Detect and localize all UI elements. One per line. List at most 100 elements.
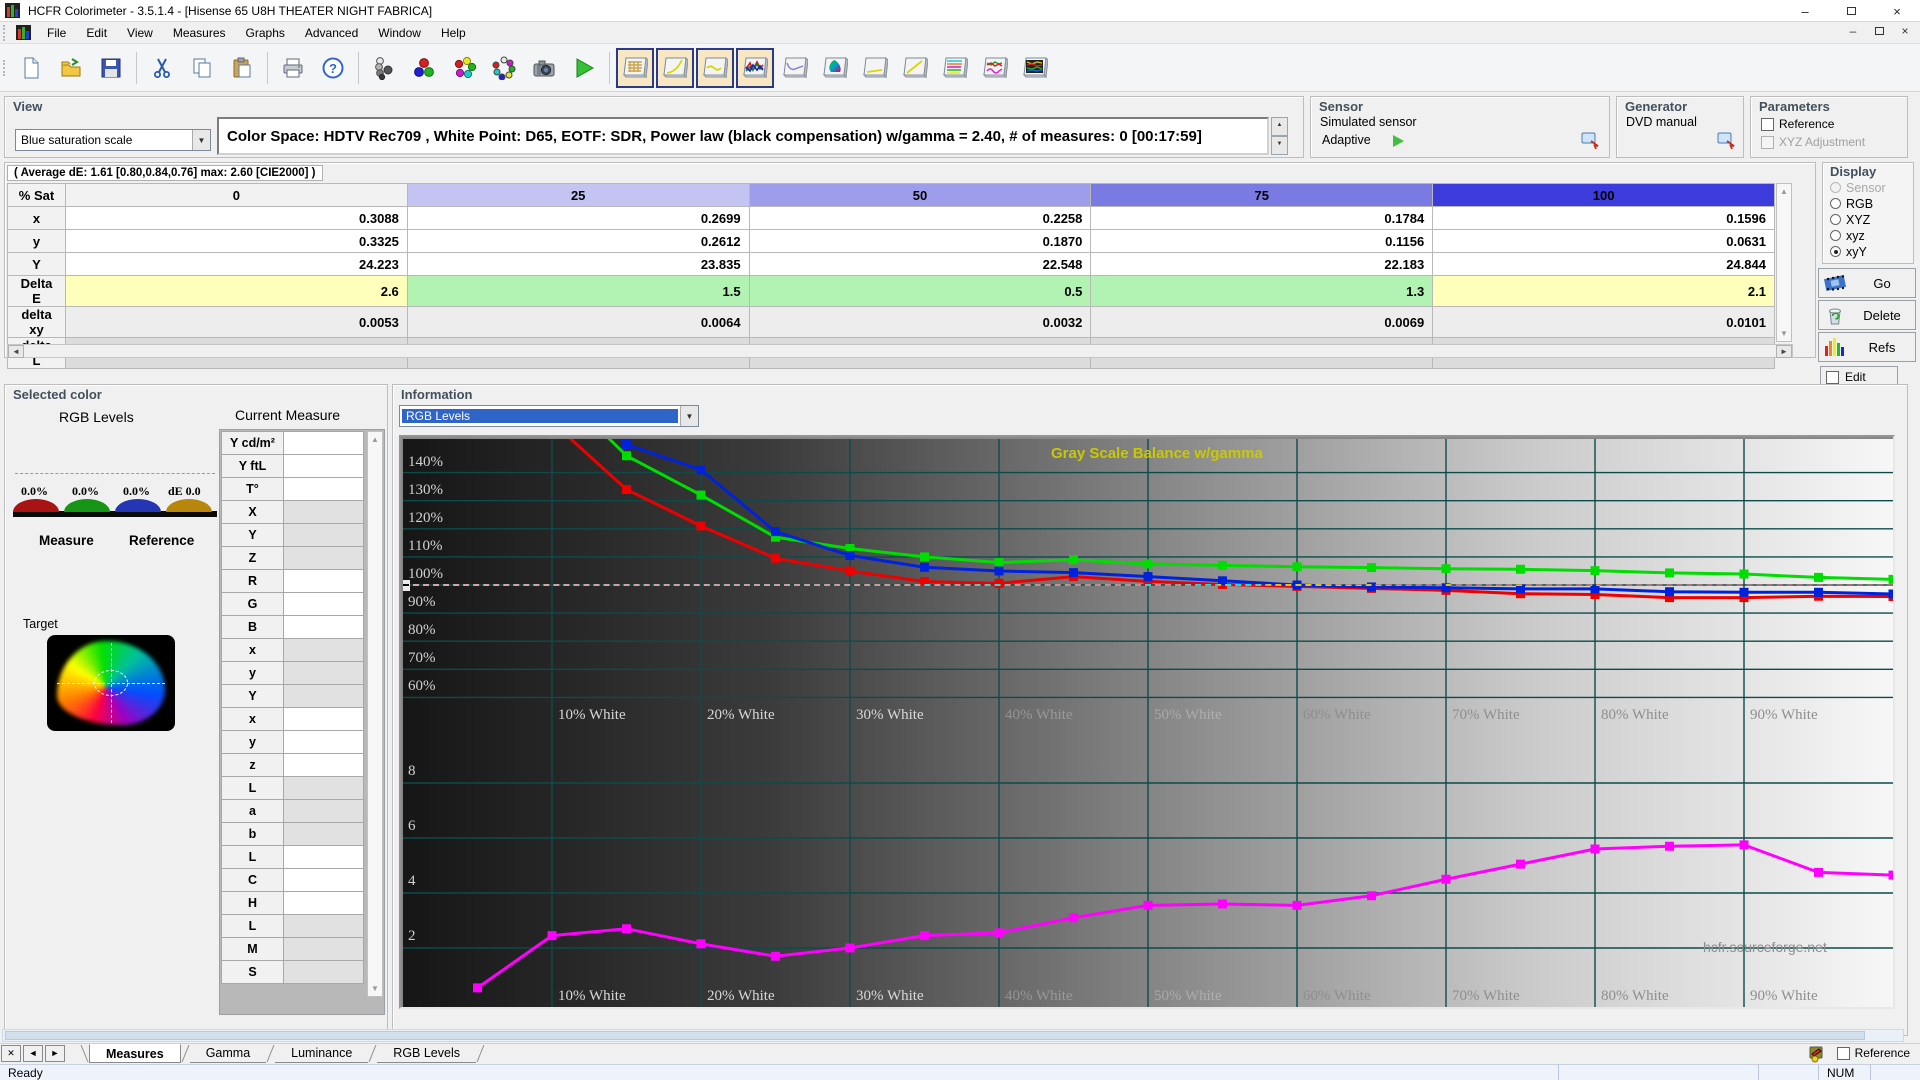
- grid-view-button[interactable]: [616, 48, 654, 88]
- table-vertical-scrollbar[interactable]: ▲▼: [1776, 183, 1792, 342]
- y2-axis-tick: 2: [408, 928, 416, 945]
- run-measures-button[interactable]: [565, 48, 603, 88]
- reference-checkbox[interactable]: Reference: [1761, 117, 1834, 131]
- saturation-scale-select[interactable]: Blue saturation scale ▼: [15, 129, 211, 151]
- measure-row-label: T°: [222, 478, 284, 501]
- scrollbar-thumb[interactable]: [5, 1031, 1865, 1040]
- measure-row-label: Y cd/m²: [222, 432, 284, 455]
- tab-scroll-left-button[interactable]: ◄: [23, 1045, 43, 1062]
- measure-free-button[interactable]: [485, 48, 523, 88]
- menu-item-window[interactable]: Window: [368, 23, 431, 43]
- measure-secondaries-button[interactable]: [445, 48, 483, 88]
- toolbar-separator: [267, 52, 268, 84]
- parameters-panel-title: Parameters: [1759, 99, 1830, 114]
- cut-button[interactable]: [143, 48, 181, 88]
- delete-button[interactable]: Delete: [1818, 300, 1916, 330]
- copy-button[interactable]: [183, 48, 221, 88]
- edit-colors-icon[interactable]: [1807, 1045, 1825, 1063]
- mdi-close-button[interactable]: ×: [1896, 24, 1914, 40]
- y-axis-tick: 80%: [408, 622, 436, 639]
- edit-checkbox-label: Edit: [1845, 370, 1866, 384]
- measure-row: y: [222, 662, 364, 685]
- snapshot-icon: [531, 56, 557, 80]
- chevron-down-icon[interactable]: ▼: [192, 130, 210, 150]
- help-button[interactable]: ?: [314, 48, 352, 88]
- color-temp-view-icon: [782, 56, 808, 80]
- tab-measures[interactable]: Measures: [89, 1044, 181, 1063]
- radio-rgb[interactable]: RGB: [1830, 196, 1886, 211]
- tab-edge: [477, 1045, 485, 1062]
- x-axis-label: 70% White: [1452, 707, 1520, 724]
- spin-up-icon[interactable]: ▲: [1271, 117, 1288, 136]
- tab-scroll-right-button[interactable]: ►: [45, 1045, 65, 1062]
- document-icon[interactable]: [16, 25, 31, 40]
- radio-xyz[interactable]: XYZ: [1830, 212, 1886, 227]
- measure-grayscale-button[interactable]: [365, 48, 403, 88]
- gamut-view-button[interactable]: [896, 48, 934, 88]
- menu-item-edit[interactable]: Edit: [76, 23, 117, 43]
- information-graph-select[interactable]: RGB Levels ▼: [399, 405, 699, 427]
- luminance-view-button[interactable]: [696, 48, 734, 88]
- mdi-minimize-button[interactable]: –: [1844, 24, 1862, 40]
- new-file-button[interactable]: [12, 48, 50, 88]
- sensor-play-icon[interactable]: [1393, 135, 1404, 147]
- checkbox-icon: [1761, 136, 1774, 149]
- menu-item-graphs[interactable]: Graphs: [236, 23, 295, 43]
- color-temp-view-button[interactable]: [776, 48, 814, 88]
- tab-gamma[interactable]: Gamma: [190, 1044, 266, 1063]
- tab-close-button[interactable]: ✕: [1, 1045, 21, 1062]
- contrast-view-button[interactable]: [856, 48, 894, 88]
- sat-row-label: Y: [8, 253, 66, 276]
- gamma-view-button[interactable]: [656, 48, 694, 88]
- menu-item-measures[interactable]: Measures: [163, 23, 236, 43]
- radio-xyz[interactable]: xyz: [1830, 228, 1886, 243]
- measure-row-value: [284, 524, 364, 547]
- measure-primaries-button[interactable]: [405, 48, 443, 88]
- measure-row-value: [284, 570, 364, 593]
- x-axis-label: 30% White: [856, 988, 924, 1005]
- view-info-spinner[interactable]: ▲ ▼: [1271, 117, 1288, 155]
- sat-cell: 0.2612: [407, 230, 749, 253]
- snapshot-button[interactable]: [525, 48, 563, 88]
- horizontal-scrollbar[interactable]: [2, 1029, 1904, 1042]
- go-button[interactable]: Go: [1818, 268, 1916, 298]
- spin-down-icon[interactable]: ▼: [1271, 136, 1288, 155]
- table-horizontal-scrollbar[interactable]: ◄ ►: [7, 344, 1793, 358]
- scroll-right-icon[interactable]: ►: [1776, 345, 1792, 358]
- saturation-view-icon: [982, 56, 1008, 80]
- open-file-button[interactable]: [52, 48, 90, 88]
- menu-item-file[interactable]: File: [37, 23, 76, 43]
- mdi-restore-button[interactable]: [1870, 24, 1888, 40]
- near-black-view-button[interactable]: [936, 48, 974, 88]
- series-gamma: [478, 845, 1894, 988]
- close-button[interactable]: ×: [1874, 0, 1920, 22]
- menu-item-advanced[interactable]: Advanced: [295, 23, 368, 43]
- menu-item-help[interactable]: Help: [431, 23, 476, 43]
- measure-row-value: [284, 869, 364, 892]
- tab-rgb-levels[interactable]: RGB Levels: [377, 1044, 476, 1063]
- generator-config-icon[interactable]: [1717, 131, 1737, 151]
- rgb-levels-view-button[interactable]: [736, 48, 774, 88]
- measure-table-scrollbar[interactable]: ▲▼: [367, 431, 383, 997]
- refs-button[interactable]: Refs: [1818, 332, 1916, 362]
- level-bump: [64, 499, 110, 512]
- tab-luminance[interactable]: Luminance: [275, 1044, 368, 1063]
- menu-item-view[interactable]: View: [117, 23, 163, 43]
- sensor-config-icon[interactable]: [1581, 131, 1601, 151]
- radio-icon: [1830, 198, 1841, 209]
- status-pane: [1558, 1065, 1758, 1080]
- rgb-levels-view-icon: [742, 56, 768, 80]
- save-file-button[interactable]: [92, 48, 130, 88]
- chevron-down-icon[interactable]: ▼: [680, 406, 698, 426]
- reference-toggle-checkbox[interactable]: Reference: [1837, 1046, 1910, 1060]
- cie-diagram-view-button[interactable]: [816, 48, 854, 88]
- spectrum-view-button[interactable]: [1016, 48, 1054, 88]
- paste-button[interactable]: [223, 48, 261, 88]
- print-button[interactable]: [274, 48, 312, 88]
- saturation-view-button[interactable]: [976, 48, 1014, 88]
- restore-button[interactable]: [1828, 0, 1874, 22]
- sat-cell: 0.1596: [1433, 207, 1775, 230]
- radio-xyy[interactable]: xyY: [1830, 244, 1886, 259]
- scroll-left-icon[interactable]: ◄: [8, 345, 24, 358]
- minimize-button[interactable]: –: [1782, 0, 1828, 22]
